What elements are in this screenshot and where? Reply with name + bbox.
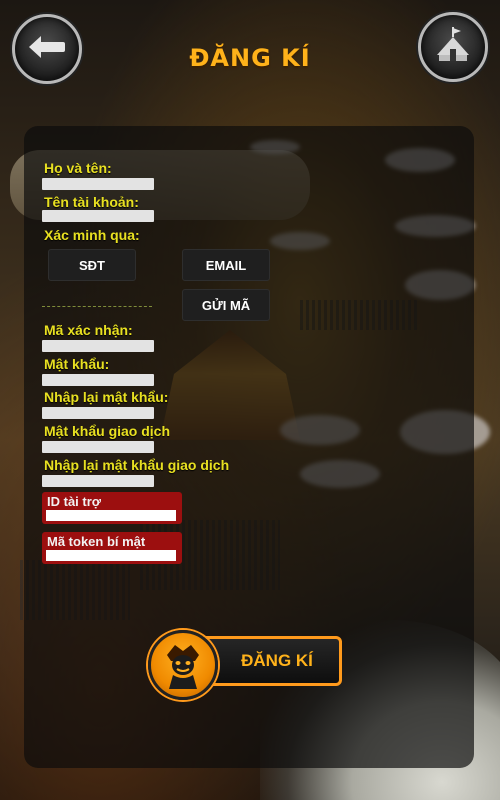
sms-verify-button[interactable]: SĐT [48, 249, 136, 281]
account-name-field[interactable] [42, 210, 154, 222]
secret-token-label: Mã token bí mật [47, 534, 146, 549]
verify-code-label: Mã xác nhận: [44, 322, 133, 338]
verify-via-label: Xác minh qua: [44, 227, 140, 243]
verify-code-field[interactable] [42, 340, 154, 352]
trade-password-label: Mật khẩu giao dịch [44, 423, 171, 439]
sponsor-id-field[interactable] [46, 510, 176, 521]
trade-password-confirm-field[interactable] [42, 475, 154, 487]
secret-token-field[interactable] [46, 550, 176, 561]
sponsor-id-box: ID tài trợ [42, 492, 182, 524]
password-label: Mật khẩu: [44, 356, 110, 372]
sponsor-id-label: ID tài trợ [47, 494, 102, 509]
send-code-button[interactable]: GỬI MÃ [182, 289, 270, 321]
account-name-label: Tên tài khoản: [44, 194, 139, 210]
trade-password-confirm-label: Nhập lại mật khẩu giao dịch [44, 457, 230, 473]
divider [42, 306, 152, 307]
password-confirm-field[interactable] [42, 407, 154, 419]
mascot-avatar-icon [148, 630, 218, 700]
password-confirm-label: Nhập lại mật khẩu: [44, 389, 169, 405]
fortress-button[interactable] [418, 12, 488, 82]
full-name-field[interactable] [42, 178, 154, 190]
fortress-tent-icon [433, 25, 473, 69]
full-name-label: Họ và tên: [44, 160, 112, 176]
register-button[interactable]: ĐĂNG KÍ [148, 630, 348, 700]
secret-token-box: Mã token bí mật [42, 532, 182, 564]
trade-password-field[interactable] [42, 441, 154, 453]
password-field[interactable] [42, 374, 154, 386]
email-verify-button[interactable]: EMAIL [182, 249, 270, 281]
